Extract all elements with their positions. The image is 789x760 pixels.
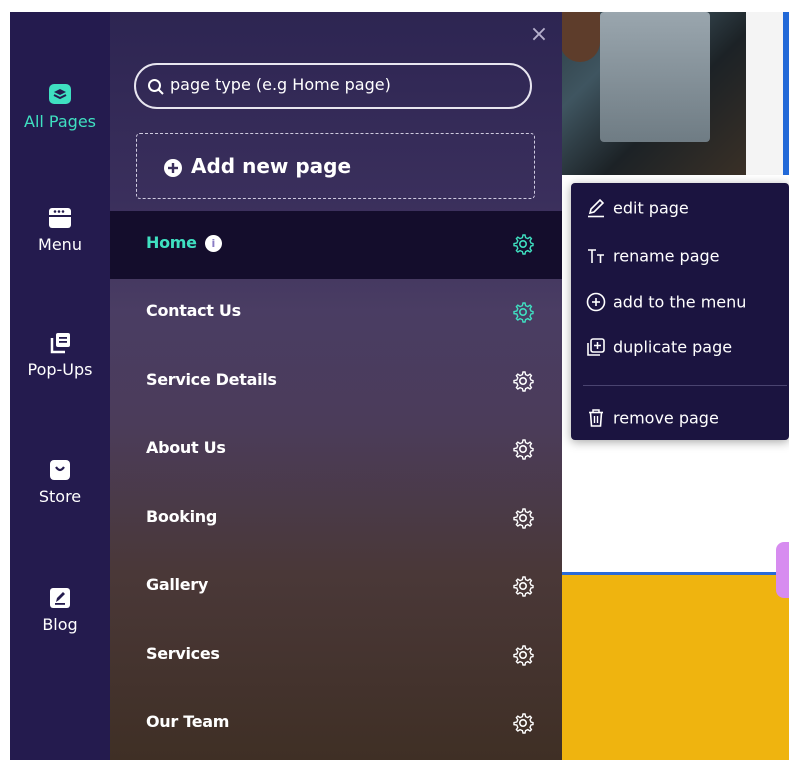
site-preview-panel: [746, 12, 786, 177]
gear-icon[interactable]: [512, 507, 534, 529]
rail-label: Pop-Ups: [27, 360, 93, 379]
search-icon: [148, 79, 164, 95]
plus-circle-icon: [164, 159, 182, 177]
menu-window-icon: [49, 208, 71, 228]
info-icon[interactable]: i: [204, 235, 222, 252]
shopping-bag-icon: [50, 460, 70, 480]
rail-item-store[interactable]: Store: [10, 459, 110, 506]
edit-blog-icon: [50, 588, 70, 608]
gear-icon[interactable]: [512, 712, 534, 734]
site-preview-photo-detail: [600, 12, 710, 142]
rail-label: All Pages: [24, 112, 96, 131]
page-label: Service Details: [146, 370, 277, 389]
menu-item-edit-page[interactable]: edit page: [585, 197, 689, 219]
page-context-menu: edit page rename page add to the menu du…: [571, 183, 789, 440]
page-row-booking[interactable]: Booking: [110, 485, 562, 553]
gear-icon[interactable]: [512, 575, 534, 597]
site-preview-divider: [783, 12, 789, 177]
page-row-gallery[interactable]: Gallery: [110, 553, 562, 621]
page-label: Gallery: [146, 575, 208, 594]
search-placeholder: page type (e.g Home page): [170, 75, 391, 94]
rail-label: Menu: [38, 235, 82, 254]
page-row-service-details[interactable]: Service Details: [110, 348, 562, 416]
site-preview-section: [550, 575, 789, 760]
pencil-icon: [588, 198, 605, 218]
page-label: Contact Us: [146, 301, 241, 320]
gear-icon[interactable]: [512, 233, 534, 255]
popup-icon: [50, 333, 70, 354]
layers-icon: [49, 84, 71, 104]
page-label: Services: [146, 644, 220, 663]
rail-item-blog[interactable]: Blog: [10, 587, 110, 634]
site-preview-tab[interactable]: [776, 542, 789, 598]
page-row-our-team[interactable]: Our Team: [110, 690, 562, 758]
menu-item-remove-page[interactable]: remove page: [585, 407, 719, 429]
trash-icon: [589, 409, 603, 427]
rail-item-all-pages[interactable]: All Pages: [10, 84, 110, 131]
page-row-about-us[interactable]: About Us: [110, 416, 562, 484]
menu-item-rename-page[interactable]: rename page: [585, 245, 720, 267]
page-row-services[interactable]: Services: [110, 622, 562, 690]
page-label: About Us: [146, 438, 226, 457]
text-size-icon: [588, 249, 604, 263]
duplicate-icon: [587, 338, 605, 356]
rail-item-pop-ups[interactable]: Pop-Ups: [10, 332, 110, 379]
menu-item-duplicate-page[interactable]: duplicate page: [585, 336, 732, 358]
page-label: Home i: [146, 233, 222, 252]
plus-circle-icon: [586, 292, 606, 312]
rail-label: Blog: [42, 615, 78, 634]
page-row-contact-us[interactable]: Contact Us: [110, 279, 562, 347]
gear-icon[interactable]: [512, 438, 534, 460]
gear-icon[interactable]: [512, 301, 534, 323]
site-preview-photo-detail: [560, 12, 600, 62]
page-label: Our Team: [146, 712, 230, 731]
close-icon[interactable]: ×: [528, 24, 550, 46]
gear-icon[interactable]: [512, 644, 534, 666]
left-rail: All Pages Menu Pop-Ups Store Blog: [10, 12, 110, 760]
page-row-home[interactable]: Home i: [110, 211, 562, 279]
rail-label: Store: [38, 487, 82, 506]
add-new-page-label: Add new page: [191, 154, 352, 178]
menu-item-add-to-menu[interactable]: add to the menu: [585, 291, 746, 313]
page-label: Booking: [146, 507, 218, 526]
menu-divider: [583, 385, 787, 386]
gear-icon[interactable]: [512, 370, 534, 392]
rail-item-menu[interactable]: Menu: [10, 207, 110, 254]
